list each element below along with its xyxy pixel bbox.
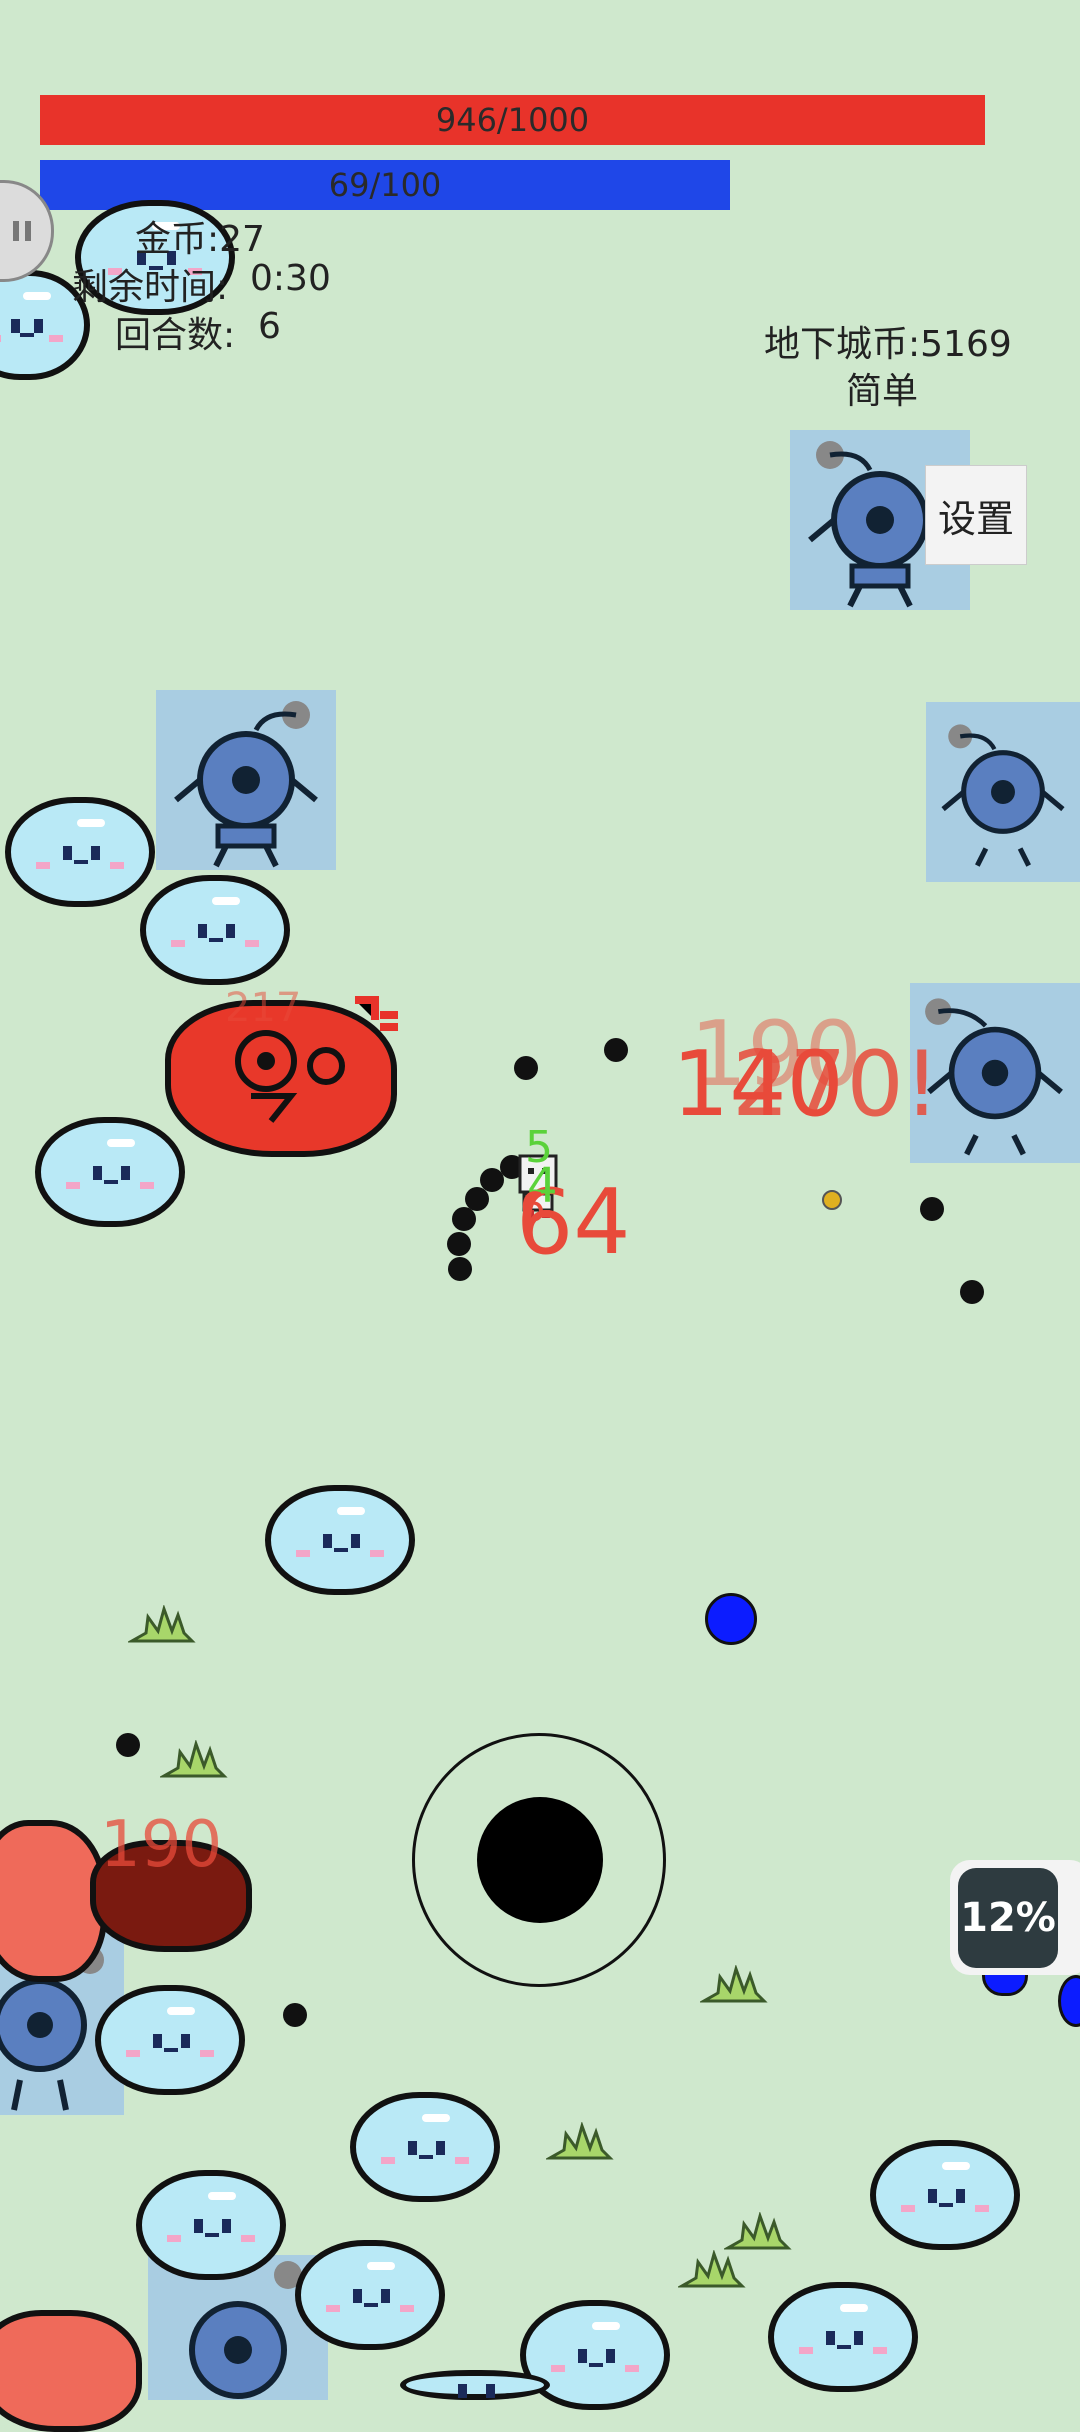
slime-enemy	[350, 2092, 500, 2202]
difficulty-label: 简单	[846, 371, 919, 412]
robot-enemy-icon	[941, 724, 1065, 867]
bullet	[448, 1257, 472, 1281]
progress-percent: 12%	[958, 1868, 1058, 1968]
bullet	[283, 2003, 307, 2027]
mp-text: 69/100	[328, 166, 442, 204]
bullet	[604, 1038, 628, 1062]
slime-enemy	[295, 2240, 445, 2350]
gold-counter: 金币:27	[135, 219, 265, 260]
red-blob-enemy	[0, 2310, 142, 2432]
slime-enemy	[768, 2282, 918, 2392]
slime-enemy	[136, 2170, 286, 2280]
hp-text: 946/1000	[435, 101, 590, 139]
robot-enemy-icon	[174, 701, 318, 868]
robot-enemy	[156, 690, 336, 870]
grass-tuft-icon	[700, 1965, 768, 2003]
slime-enemy	[870, 2140, 1020, 2250]
time-label: 剩余时间:	[72, 267, 229, 308]
round-value: 6	[258, 306, 281, 347]
slime-enemy	[35, 1117, 185, 1227]
bullet	[116, 1733, 140, 1757]
joystick-icon[interactable]	[477, 1797, 603, 1923]
slime-enemy	[520, 2300, 670, 2410]
settings-button[interactable]: 设置	[925, 465, 1027, 565]
damage-number: 270!	[732, 1032, 940, 1137]
grass-tuft-icon	[546, 2122, 614, 2160]
bullet	[960, 1280, 984, 1304]
blue-orb	[1058, 1975, 1080, 2027]
hp-bar: 946/1000	[40, 95, 985, 145]
slime-enemy	[265, 1485, 415, 1595]
robot-enemy	[926, 702, 1080, 882]
gold-coin	[822, 1190, 842, 1210]
round-label: 回合数:	[115, 315, 236, 356]
slime-enemy	[95, 1985, 245, 2095]
grass-tuft-icon	[160, 1740, 228, 1778]
bullet	[452, 1207, 476, 1231]
bullet	[447, 1232, 471, 1256]
bullet	[920, 1197, 944, 1221]
grass-tuft-icon	[678, 2250, 746, 2288]
dungeon-coin-counter: 地下城币:5169	[764, 324, 1012, 365]
pause-icon	[13, 221, 31, 241]
blue-orb	[705, 1593, 757, 1645]
slime-enemy	[5, 797, 155, 907]
slime-enemy	[400, 2370, 550, 2400]
hit-mark	[350, 995, 400, 1045]
bullet	[514, 1056, 538, 1080]
grass-tuft-icon	[724, 2212, 792, 2250]
damage-number: 190	[100, 1808, 223, 1882]
slime-enemy	[140, 875, 290, 985]
time-value: 0:30	[250, 258, 331, 299]
damage-number: 6	[520, 1185, 546, 1231]
grass-tuft-icon	[128, 1605, 196, 1643]
damage-number: 217	[225, 985, 302, 1031]
